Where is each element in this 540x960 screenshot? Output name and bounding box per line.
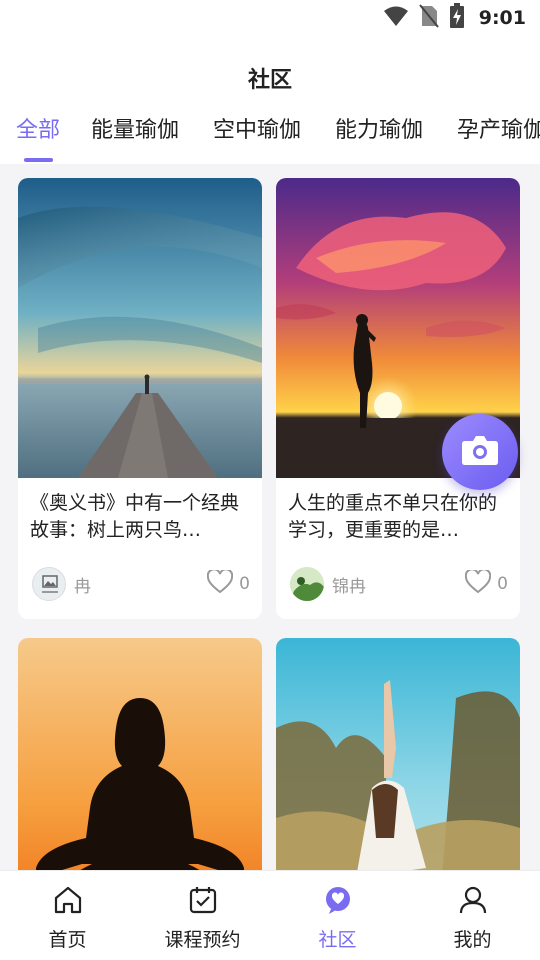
user-icon[interactable] bbox=[458, 885, 488, 919]
like-count: 0 bbox=[497, 574, 508, 594]
post-text: 《奥义书》中有一个经典故事：树上两只鸟… bbox=[30, 492, 240, 541]
no-sim-icon bbox=[418, 4, 439, 32]
heart-icon[interactable] bbox=[465, 568, 492, 598]
header: 社区 全部 能量瑜伽 空中瑜伽 能力瑜伽 孕产瑜伽 bbox=[0, 36, 540, 164]
bottom-nav: 首页 课程预约 社区 我的 bbox=[0, 870, 540, 960]
avatar[interactable] bbox=[290, 567, 324, 601]
like-button[interactable]: 0 bbox=[465, 568, 508, 598]
like-count: 0 bbox=[239, 574, 250, 594]
like-button[interactable]: 0 bbox=[207, 568, 250, 598]
nav-label: 我的 bbox=[453, 929, 492, 951]
post-footer: 锦冉 0 bbox=[290, 567, 508, 601]
author-name[interactable]: 锦冉 bbox=[332, 572, 465, 597]
community-chat-icon[interactable] bbox=[323, 885, 353, 919]
author-name[interactable]: 冉 bbox=[74, 572, 207, 597]
page-title: 社区 bbox=[247, 68, 292, 93]
tab-energy-yoga[interactable]: 能量瑜伽 bbox=[91, 112, 179, 144]
post-image[interactable] bbox=[18, 638, 262, 870]
nav-label: 社区 bbox=[318, 929, 357, 951]
battery-charging-icon bbox=[449, 3, 465, 33]
home-icon[interactable] bbox=[53, 885, 83, 919]
post-card[interactable] bbox=[18, 638, 262, 870]
nav-course-booking[interactable]: 课程预约 bbox=[135, 871, 270, 960]
calendar-check-icon[interactable] bbox=[188, 885, 218, 919]
nav-home[interactable]: 首页 bbox=[0, 871, 135, 960]
post-image[interactable] bbox=[18, 178, 262, 478]
status-time: 9:01 bbox=[478, 7, 526, 29]
tab-all[interactable]: 全部 bbox=[16, 112, 60, 144]
nav-label: 课程预约 bbox=[164, 929, 241, 951]
avatar[interactable] bbox=[32, 567, 66, 601]
post-footer: 冉 0 bbox=[32, 567, 250, 601]
active-tab-indicator bbox=[24, 158, 53, 162]
post-card[interactable]: 《奥义书》中有一个经典故事：树上两只鸟… 冉 0 bbox=[18, 178, 262, 619]
post-card[interactable] bbox=[276, 638, 520, 870]
post-card[interactable]: 人生的重点不单只在你的学习，更重要的是… 锦冉 0 bbox=[276, 178, 520, 619]
wifi-icon bbox=[383, 5, 409, 31]
camera-icon[interactable] bbox=[461, 434, 499, 470]
nav-label: 首页 bbox=[48, 929, 87, 951]
status-bar: 9:01 bbox=[0, 0, 540, 36]
camera-post-button[interactable] bbox=[442, 414, 518, 490]
nav-profile[interactable]: 我的 bbox=[405, 871, 540, 960]
heart-icon[interactable] bbox=[207, 568, 234, 598]
category-tabs: 全部 能量瑜伽 空中瑜伽 能力瑜伽 孕产瑜伽 bbox=[0, 108, 540, 164]
nav-community[interactable]: 社区 bbox=[270, 871, 405, 960]
post-image[interactable] bbox=[276, 638, 520, 870]
tab-prenatal-yoga[interactable]: 孕产瑜伽 bbox=[457, 112, 540, 144]
tab-aerial-yoga[interactable]: 空中瑜伽 bbox=[213, 112, 301, 144]
post-feed[interactable]: 《奥义书》中有一个经典故事：树上两只鸟… 冉 0 人生的重点不单只在你的学习，更… bbox=[0, 164, 540, 870]
tab-power-yoga[interactable]: 能力瑜伽 bbox=[335, 112, 423, 144]
